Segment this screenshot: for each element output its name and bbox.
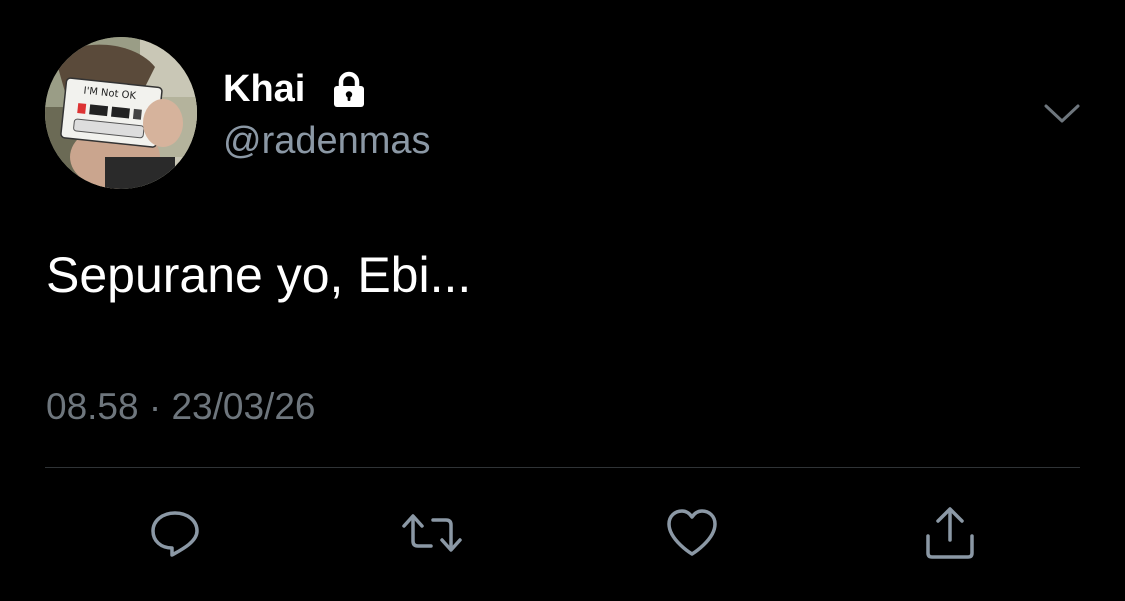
tweet-text: Sepurane yo, Ebi... (46, 247, 472, 303)
reply-icon (147, 505, 203, 561)
tweet-detail: I'M Not OK Khai @radenmas Sepurane yo, E… (0, 0, 1125, 601)
like-button[interactable] (662, 503, 722, 563)
retweet-button[interactable] (402, 503, 462, 563)
avatar[interactable]: I'M Not OK (45, 37, 197, 189)
author-row: Khai (223, 66, 369, 112)
tweet-timestamp[interactable]: 08.58 · 23/03/26 (46, 384, 316, 430)
avatar-image: I'M Not OK (45, 37, 197, 189)
retweet-icon (401, 505, 463, 561)
display-name[interactable]: Khai (223, 66, 305, 112)
share-button[interactable] (920, 503, 980, 563)
heart-icon (663, 505, 721, 561)
chevron-down-icon[interactable] (1040, 96, 1084, 132)
divider (45, 467, 1080, 468)
reply-button[interactable] (145, 503, 205, 563)
share-icon (921, 504, 979, 562)
author-handle[interactable]: @radenmas (223, 118, 431, 164)
lock-icon (329, 69, 369, 109)
